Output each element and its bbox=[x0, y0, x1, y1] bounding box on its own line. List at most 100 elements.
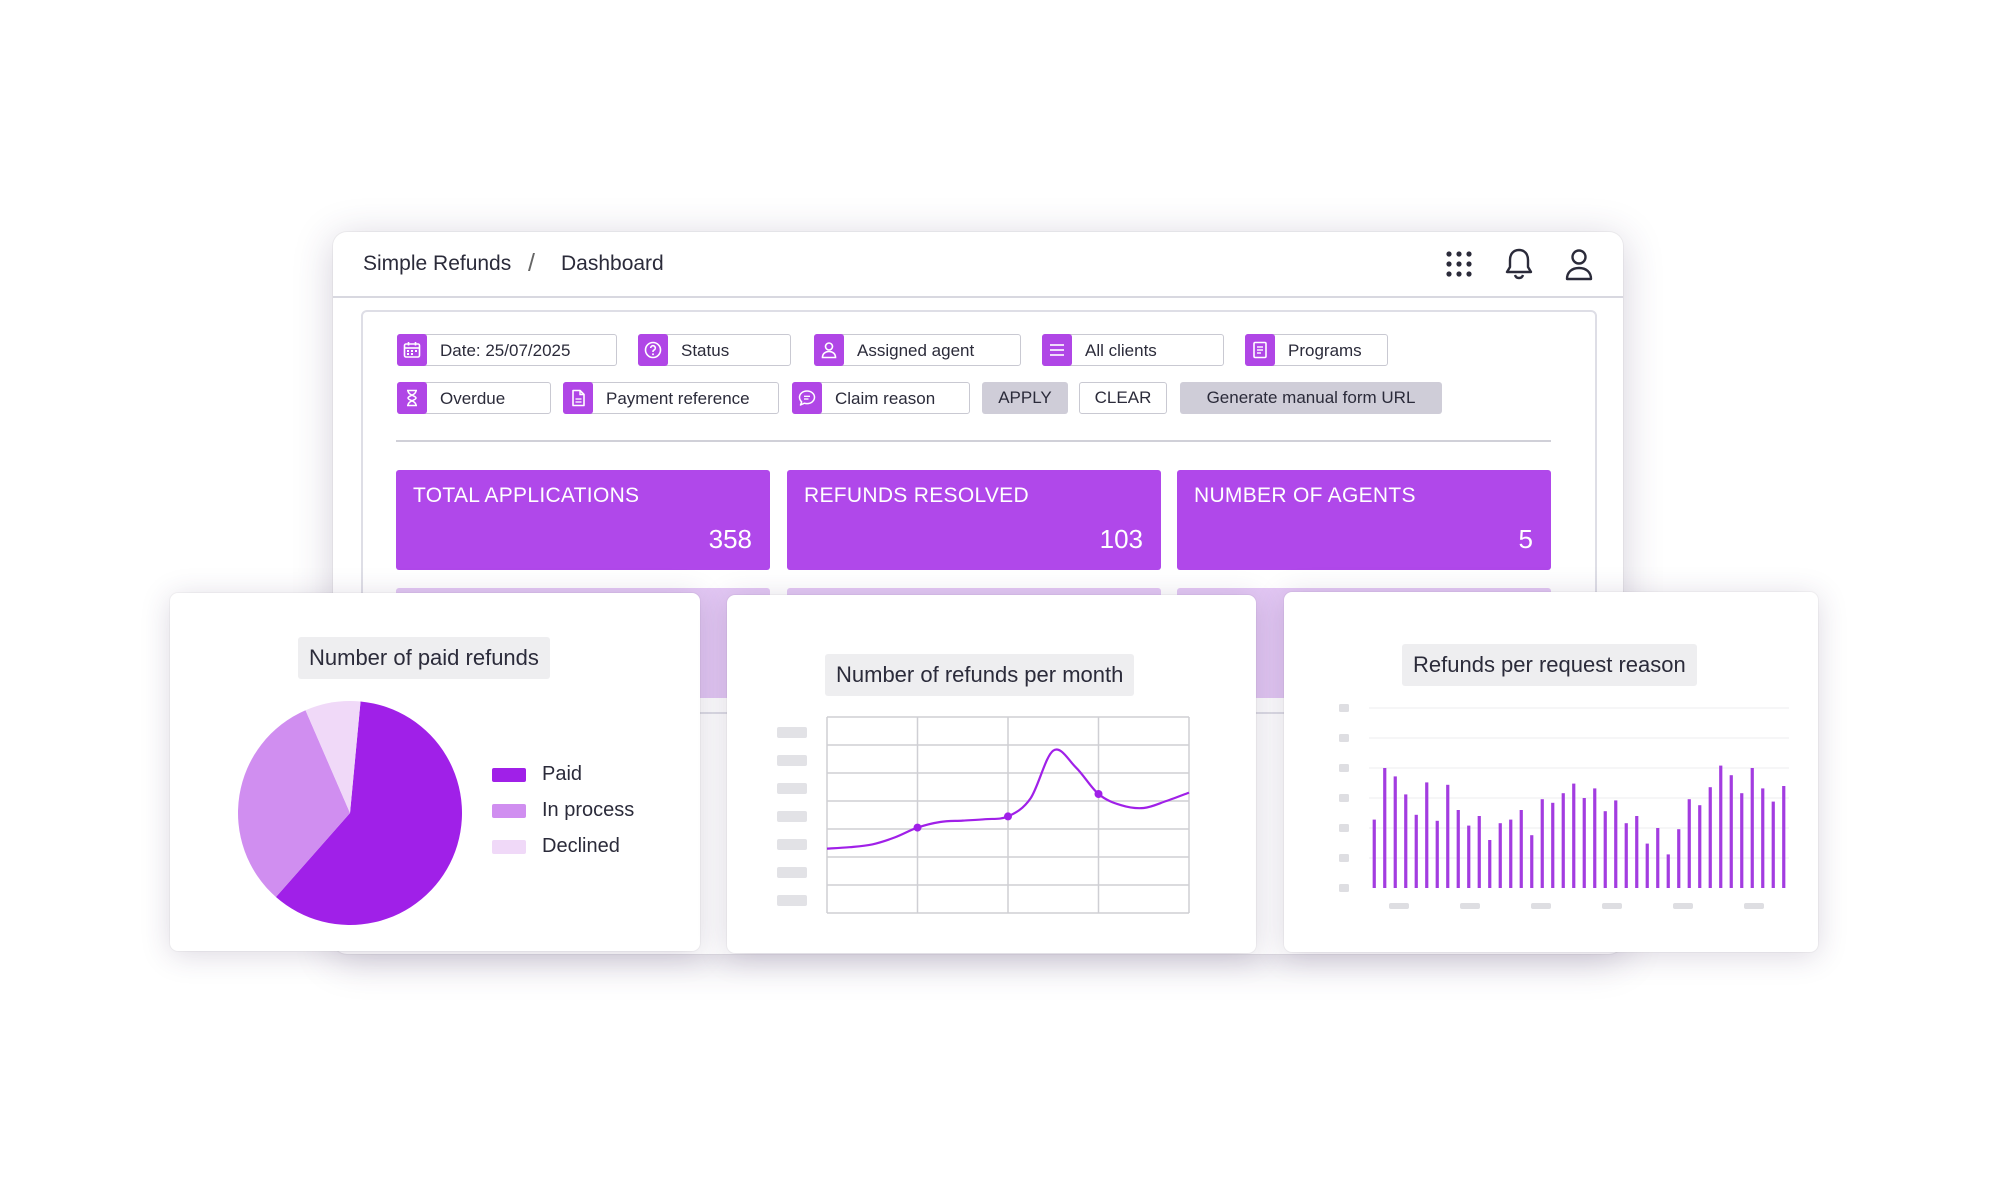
legend-label: In process bbox=[542, 799, 635, 821]
bar bbox=[1446, 784, 1450, 888]
bar bbox=[1435, 820, 1439, 888]
bar-chart-title: Refunds per request reason bbox=[1402, 644, 1697, 686]
overdue-filter-label: Overdue bbox=[440, 389, 506, 408]
line-chart bbox=[777, 716, 1190, 914]
y-tick-label bbox=[777, 811, 807, 822]
paid-refunds-card: Number of paid refunds Paid In process D… bbox=[170, 593, 700, 951]
x-tick-label bbox=[1531, 903, 1551, 909]
apps-grid-icon[interactable] bbox=[1441, 246, 1477, 282]
question-circle-icon bbox=[638, 334, 668, 366]
bar bbox=[1477, 816, 1481, 888]
bar bbox=[1488, 840, 1492, 888]
bar bbox=[1614, 800, 1618, 888]
y-tick-label bbox=[1339, 764, 1349, 772]
stat-label: TOTAL APPLICATIONS bbox=[413, 484, 640, 507]
date-filter[interactable]: Date: 25/07/2025 bbox=[397, 334, 617, 366]
bar bbox=[1771, 801, 1775, 888]
bar bbox=[1561, 793, 1565, 888]
payment-reference-filter[interactable]: Payment reference bbox=[563, 382, 779, 414]
bar bbox=[1656, 828, 1660, 888]
x-tick-label bbox=[1673, 903, 1693, 909]
breadcrumb-app[interactable]: Simple Refunds bbox=[363, 252, 511, 276]
bar bbox=[1498, 823, 1502, 888]
y-tick-label bbox=[1339, 794, 1349, 802]
payment-reference-filter-label: Payment reference bbox=[606, 389, 750, 408]
bar bbox=[1393, 776, 1397, 888]
y-tick-label bbox=[1339, 884, 1349, 892]
programs-filter[interactable]: Programs bbox=[1245, 334, 1388, 366]
legend-label: Declined bbox=[542, 835, 620, 857]
bar bbox=[1740, 793, 1744, 888]
bar bbox=[1456, 810, 1460, 888]
data-point bbox=[913, 823, 922, 832]
bar bbox=[1540, 799, 1544, 888]
bar bbox=[1414, 814, 1418, 888]
y-tick-label bbox=[1339, 854, 1349, 862]
stat-total-applications: TOTAL APPLICATIONS 358 bbox=[396, 470, 770, 570]
generate-form-url-button[interactable]: Generate manual form URL bbox=[1180, 382, 1442, 414]
bar-chart bbox=[1339, 704, 1789, 909]
pie-chart-title: Number of paid refunds bbox=[298, 637, 550, 679]
bar bbox=[1645, 843, 1649, 888]
y-tick-label bbox=[777, 755, 807, 766]
refunds-per-reason-card: Refunds per request reason bbox=[1284, 592, 1818, 952]
bar bbox=[1624, 823, 1628, 888]
stat-value: 5 bbox=[1518, 524, 1533, 554]
bar bbox=[1572, 783, 1576, 888]
bar bbox=[1425, 782, 1429, 888]
filter-divider bbox=[396, 440, 1551, 442]
clear-button[interactable]: CLEAR bbox=[1079, 382, 1167, 414]
claim-reason-filter-label: Claim reason bbox=[835, 389, 936, 408]
bar bbox=[1782, 786, 1786, 888]
apply-button[interactable]: APPLY bbox=[982, 382, 1068, 414]
y-tick-label bbox=[1339, 704, 1349, 712]
stat-label: REFUNDS RESOLVED bbox=[804, 484, 1029, 507]
list-icon bbox=[1042, 334, 1072, 366]
bar bbox=[1593, 788, 1597, 888]
bar bbox=[1666, 854, 1670, 888]
y-tick-label bbox=[777, 783, 807, 794]
legend-swatch bbox=[492, 768, 526, 782]
hourglass-icon bbox=[397, 382, 427, 414]
bar bbox=[1383, 768, 1387, 888]
bar bbox=[1761, 788, 1765, 888]
status-filter[interactable]: Status bbox=[638, 334, 791, 366]
bar bbox=[1750, 768, 1754, 888]
calendar-icon bbox=[397, 334, 427, 366]
y-tick-label bbox=[1339, 734, 1349, 742]
bar bbox=[1509, 819, 1513, 888]
breadcrumb-separator: / bbox=[528, 249, 535, 277]
bar bbox=[1677, 829, 1681, 888]
claim-reason-filter[interactable]: Claim reason bbox=[792, 382, 970, 414]
bar bbox=[1635, 816, 1639, 888]
programs-filter-label: Programs bbox=[1288, 341, 1362, 360]
bar bbox=[1530, 835, 1534, 888]
bar bbox=[1582, 798, 1586, 888]
bar bbox=[1719, 765, 1723, 888]
data-point bbox=[1094, 790, 1103, 798]
overdue-filter[interactable]: Overdue bbox=[397, 382, 551, 414]
bell-icon[interactable] bbox=[1501, 246, 1537, 282]
assigned-agent-filter[interactable]: Assigned agent bbox=[814, 334, 1021, 366]
user-icon[interactable] bbox=[1561, 246, 1597, 282]
y-tick-label bbox=[777, 727, 807, 738]
stat-refunds-resolved: REFUNDS RESOLVED 103 bbox=[787, 470, 1161, 570]
legend-swatch bbox=[492, 804, 526, 818]
bar bbox=[1698, 805, 1702, 888]
stat-value: 358 bbox=[708, 524, 752, 554]
pie-chart bbox=[237, 701, 462, 925]
legend-label: Paid bbox=[542, 763, 583, 785]
user-icon bbox=[814, 334, 844, 366]
bar bbox=[1404, 794, 1408, 888]
refunds-per-month-card: Number of refunds per month bbox=[727, 595, 1256, 953]
bar bbox=[1551, 802, 1555, 888]
y-tick-label bbox=[777, 895, 807, 906]
file-icon bbox=[563, 382, 593, 414]
bar bbox=[1729, 775, 1733, 888]
bar bbox=[1687, 799, 1691, 888]
bar bbox=[1467, 825, 1471, 888]
breadcrumb-page: Dashboard bbox=[561, 252, 664, 275]
chat-bubble-icon bbox=[792, 382, 822, 414]
line-chart-title: Number of refunds per month bbox=[825, 654, 1135, 696]
all-clients-filter[interactable]: All clients bbox=[1042, 334, 1224, 366]
